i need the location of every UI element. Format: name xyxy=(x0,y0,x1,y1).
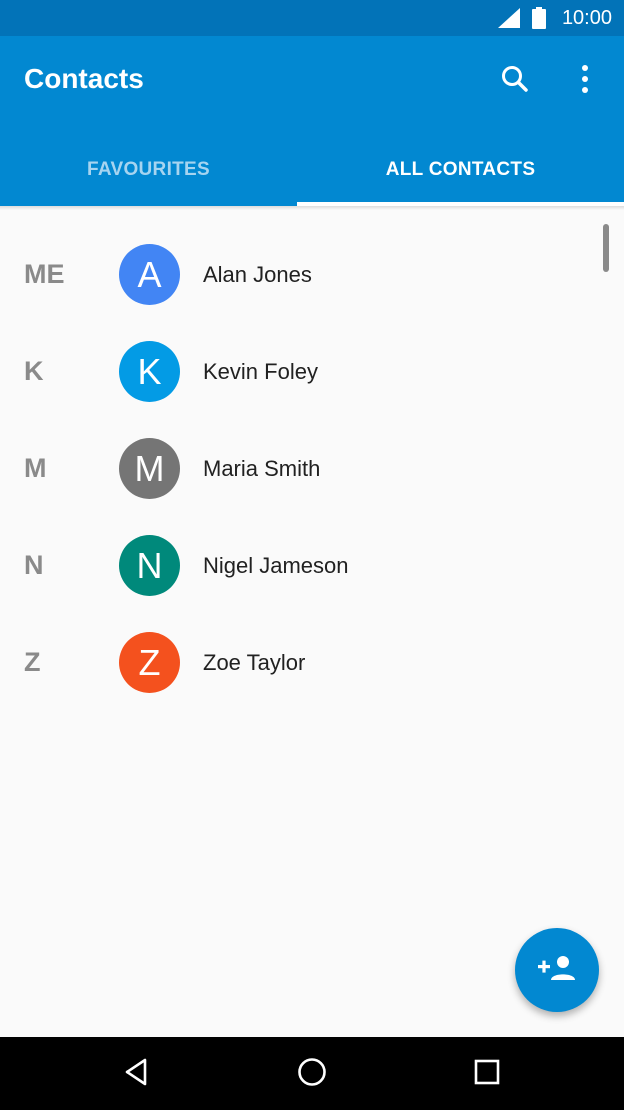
section-letter: M xyxy=(24,453,47,483)
contact-name: Kevin Foley xyxy=(203,358,318,384)
avatar: A xyxy=(119,244,180,305)
avatar: N xyxy=(119,535,180,596)
add-contact-button[interactable] xyxy=(515,928,599,1012)
home-button[interactable] xyxy=(289,1051,335,1097)
scrollbar[interactable] xyxy=(603,224,609,272)
signal-icon xyxy=(498,8,520,33)
section-letter: ME xyxy=(24,259,65,289)
section-letter: Z xyxy=(24,647,41,677)
back-icon xyxy=(122,1057,152,1092)
add-person-icon xyxy=(537,953,577,988)
status-bar: 10:00 xyxy=(0,0,624,36)
contact-name: Maria Smith xyxy=(203,455,321,481)
more-vert-icon xyxy=(562,65,608,106)
app-bar-shadow xyxy=(0,206,624,210)
navigation-bar xyxy=(0,1037,624,1110)
tab-favourites[interactable]: FAVOURITES xyxy=(0,134,297,206)
contact-row[interactable]: N N Nigel Jameson xyxy=(0,517,624,614)
back-button[interactable] xyxy=(114,1051,160,1097)
page-title: Contacts xyxy=(24,63,144,94)
contact-name: Alan Jones xyxy=(203,261,312,287)
more-options-button[interactable] xyxy=(562,56,608,102)
section-letter: K xyxy=(24,356,44,386)
contact-row[interactable]: ME A Alan Jones xyxy=(0,226,624,323)
contact-row[interactable]: Z Z Zoe Taylor xyxy=(0,614,624,711)
home-icon xyxy=(296,1056,328,1093)
section-letter: N xyxy=(24,550,44,580)
avatar: M xyxy=(119,438,180,499)
search-icon xyxy=(492,66,538,106)
app-bar: Contacts FAVOURITES ALL CONTACTS xyxy=(0,36,624,206)
contact-name: Nigel Jameson xyxy=(203,552,349,578)
status-time: 10:00 xyxy=(561,7,612,29)
contact-row[interactable]: K K Kevin Foley xyxy=(0,323,624,420)
avatar: Z xyxy=(119,632,180,693)
recents-button[interactable] xyxy=(464,1051,510,1097)
tab-all-contacts[interactable]: ALL CONTACTS xyxy=(297,134,624,206)
avatar: K xyxy=(119,341,180,402)
contact-row[interactable]: M M Maria Smith xyxy=(0,420,624,517)
recents-icon xyxy=(473,1058,501,1091)
contact-name: Zoe Taylor xyxy=(203,649,306,675)
search-button[interactable] xyxy=(492,56,538,102)
battery-icon xyxy=(532,7,546,34)
